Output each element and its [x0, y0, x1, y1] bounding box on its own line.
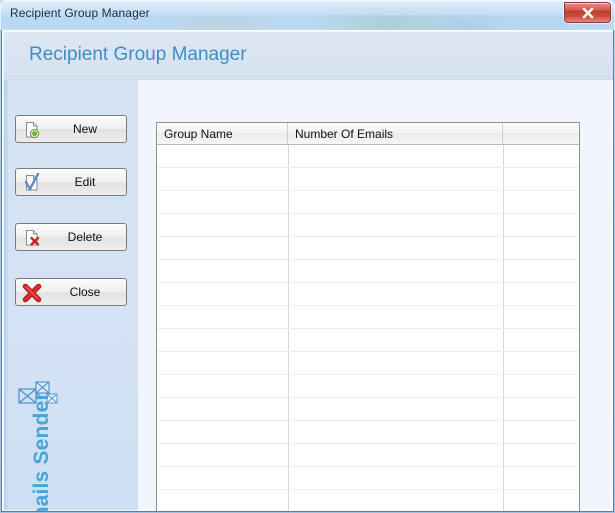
edit-button-label: Edit — [74, 175, 96, 189]
table-row[interactable] — [157, 191, 579, 214]
table-row[interactable] — [157, 444, 579, 467]
datagrid-body[interactable] — [157, 145, 579, 511]
window-close-button[interactable] — [564, 2, 611, 23]
table-row[interactable] — [157, 145, 579, 168]
window-title: Recipient Group Manager — [10, 6, 150, 20]
close-dialog-button[interactable]: Close — [15, 278, 127, 306]
table-row[interactable] — [157, 214, 579, 237]
datagrid-header-row: Group Name Number Of Emails — [157, 123, 579, 145]
sidebar-left-edge — [4, 80, 8, 510]
column-header-group-name[interactable]: Group Name — [157, 123, 288, 144]
table-row[interactable] — [157, 490, 579, 511]
table-row[interactable] — [157, 329, 579, 352]
table-row[interactable] — [157, 352, 579, 375]
table-row[interactable] — [157, 237, 579, 260]
table-row[interactable] — [157, 467, 579, 490]
client-inner-frame: Recipient Group Manager New Edit Delete … — [2, 30, 613, 512]
window-client-area: Recipient Group Manager New Edit Delete … — [1, 30, 614, 512]
window-titlebar: Recipient Group Manager — [0, 0, 615, 30]
page-new-icon — [22, 120, 42, 140]
delete-button-label: Delete — [67, 230, 103, 244]
table-row[interactable] — [157, 260, 579, 283]
table-row[interactable] — [157, 421, 579, 444]
table-row[interactable] — [157, 375, 579, 398]
groups-datagrid[interactable]: Group Name Number Of Emails — [156, 122, 580, 511]
column-header-number-of-emails[interactable]: Number Of Emails — [288, 123, 503, 144]
red-x-icon — [22, 283, 42, 303]
new-button[interactable]: New — [15, 115, 127, 143]
new-button-label: New — [72, 122, 97, 136]
page-edit-check-icon — [22, 172, 42, 193]
page-delete-icon — [22, 228, 42, 248]
close-dialog-button-label: Close — [69, 285, 101, 299]
table-row[interactable] — [157, 283, 579, 306]
recipient-group-manager-window: Recipient Group Manager Recipient Group … — [0, 0, 615, 513]
edit-button[interactable]: Edit — [15, 168, 127, 196]
table-row[interactable] — [157, 398, 579, 421]
sidebar-panel: New Edit Delete Close Bulk Emails Sender — [4, 80, 138, 512]
close-x-icon — [582, 7, 593, 19]
delete-button[interactable]: Delete — [15, 223, 127, 251]
table-row[interactable] — [157, 168, 579, 191]
header-band: Recipient Group Manager — [4, 32, 613, 80]
brand-label: Bulk Emails Sender — [30, 392, 53, 512]
page-title: Recipient Group Manager — [29, 44, 247, 65]
column-header-blank[interactable] — [503, 123, 579, 144]
table-row[interactable] — [157, 306, 579, 329]
